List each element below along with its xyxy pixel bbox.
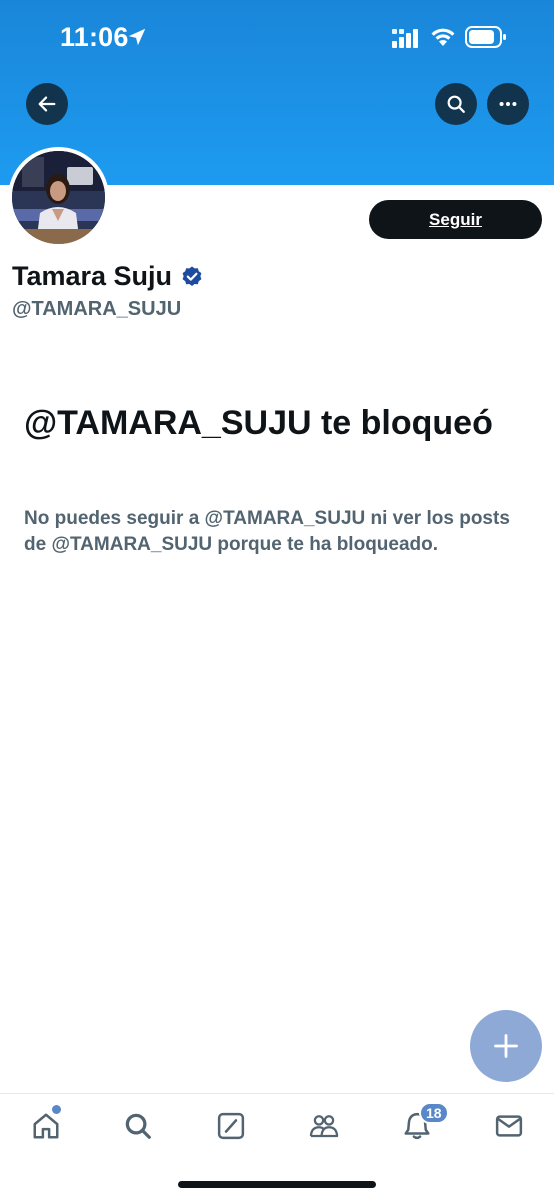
status-bar: 11:06 [0, 0, 554, 75]
communities-icon [309, 1115, 339, 1138]
search-button[interactable] [435, 83, 477, 125]
tab-search[interactable] [120, 1108, 156, 1144]
blocked-description: No puedes seguir a @TAMARA_SUJU ni ver l… [24, 508, 510, 555]
wifi-icon [431, 28, 455, 46]
compose-icon [217, 1112, 245, 1140]
home-icon [33, 1113, 59, 1139]
blocked-title: @TAMARA_SUJU te bloqueó [24, 404, 493, 442]
new-post-fab[interactable] [470, 1010, 542, 1082]
messages-icon [495, 1115, 523, 1137]
profile-handle: @TAMARA_SUJU [12, 298, 182, 320]
cellular-signal-icon [392, 29, 418, 48]
location-arrow-icon [128, 28, 146, 46]
search-icon [447, 95, 465, 113]
tab-communities[interactable] [306, 1108, 342, 1144]
avatar[interactable] [8, 147, 109, 248]
avatar-photo [12, 151, 105, 244]
notifications-count-badge: 18 [419, 1102, 449, 1124]
search-icon [125, 1113, 151, 1139]
tab-messages[interactable] [491, 1108, 527, 1144]
battery-icon [465, 26, 506, 48]
more-horizontal-icon [499, 101, 517, 107]
arrow-left-icon [38, 96, 56, 112]
home-indicator[interactable] [178, 1181, 376, 1188]
home-unread-dot [52, 1105, 61, 1114]
plus-icon [494, 1034, 518, 1058]
status-time: 11:06 [60, 22, 129, 52]
follow-button[interactable]: Seguir [369, 200, 542, 239]
back-button[interactable] [26, 83, 68, 125]
more-options-button[interactable] [487, 83, 529, 125]
tab-grok[interactable] [213, 1108, 249, 1144]
verified-badge-icon [182, 266, 202, 286]
profile-name-row: Tamara Suju [12, 261, 204, 292]
display-name: Tamara Suju [12, 261, 173, 291]
